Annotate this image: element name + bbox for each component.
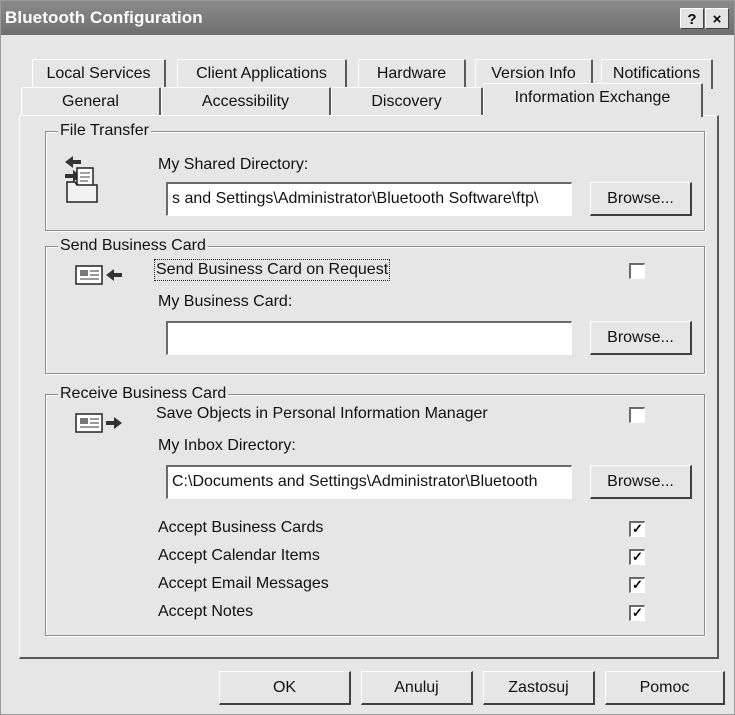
accept-calendar-items-label: Accept Calendar Items (158, 547, 320, 564)
accept-email-messages-label: Accept Email Messages (158, 575, 329, 592)
file-transfer-icon (65, 156, 98, 203)
accept-email-messages-checkbox[interactable]: ✓ (629, 577, 645, 593)
window-title: Bluetooth Configuration (5, 8, 203, 27)
business-card-browse-button[interactable]: Browse... (590, 321, 692, 355)
ok-button[interactable]: OK (219, 671, 351, 705)
save-objects-pim-checkbox[interactable] (629, 407, 645, 423)
business-card-field[interactable] (166, 321, 572, 355)
send-on-request-checkbox[interactable] (629, 263, 645, 279)
accept-business-cards-label: Accept Business Cards (158, 519, 324, 536)
send-card-icon (75, 265, 122, 285)
tab-client-applications[interactable]: Client Applications (177, 59, 347, 89)
accept-notes-label: Accept Notes (158, 603, 254, 620)
help-button[interactable]: ? (680, 8, 704, 29)
cancel-button[interactable]: Anuluj (361, 671, 473, 705)
receive-business-card-legend: Receive Business Card (58, 385, 229, 403)
send-on-request-label[interactable]: Send Business Card on Request (153, 259, 391, 281)
send-business-card-group: Send Business Card Send Business Card on… (45, 237, 705, 374)
accept-business-cards-checkbox[interactable]: ✓ (629, 521, 645, 537)
shared-directory-field[interactable]: s and Settings\Administrator\Bluetooth S… (166, 182, 572, 216)
title-bar[interactable]: Bluetooth Configuration ? × (1, 1, 734, 35)
tab-panel-information-exchange: File Transfer My Shared Directory: s and… (19, 115, 719, 659)
file-transfer-legend: File Transfer (58, 122, 151, 140)
shared-directory-label: My Shared Directory: (158, 156, 309, 173)
inbox-directory-label: My Inbox Directory: (158, 437, 296, 454)
receive-business-card-group: Receive Business Card Save Objects in Pe… (45, 385, 705, 636)
file-transfer-group: File Transfer My Shared Directory: s and… (45, 122, 705, 231)
tab-accessibility[interactable]: Accessibility (161, 87, 331, 117)
shared-directory-browse-button[interactable]: Browse... (590, 182, 692, 216)
tab-local-services[interactable]: Local Services (32, 59, 166, 89)
accept-calendar-items-checkbox[interactable]: ✓ (629, 549, 645, 565)
tab-hardware[interactable]: Hardware (358, 59, 466, 89)
tab-information-exchange[interactable]: Information Exchange (483, 83, 703, 117)
close-button[interactable]: × (705, 8, 729, 29)
accept-notes-checkbox[interactable]: ✓ (629, 605, 645, 621)
tab-general[interactable]: General (21, 87, 161, 117)
help-pomoc-button[interactable]: Pomoc (605, 671, 725, 705)
save-objects-pim-label: Save Objects in Personal Information Man… (156, 405, 488, 422)
receive-card-icon (75, 413, 122, 433)
business-card-label: My Business Card: (158, 293, 293, 310)
inbox-directory-browse-button[interactable]: Browse... (590, 465, 692, 499)
apply-button[interactable]: Zastosuj (483, 671, 595, 705)
send-business-card-legend: Send Business Card (58, 237, 208, 255)
tab-discovery[interactable]: Discovery (331, 87, 483, 117)
inbox-directory-field[interactable]: C:\Documents and Settings\Administrator\… (166, 465, 572, 499)
bluetooth-configuration-dialog: Bluetooth Configuration ? × Local Servic… (0, 0, 735, 715)
